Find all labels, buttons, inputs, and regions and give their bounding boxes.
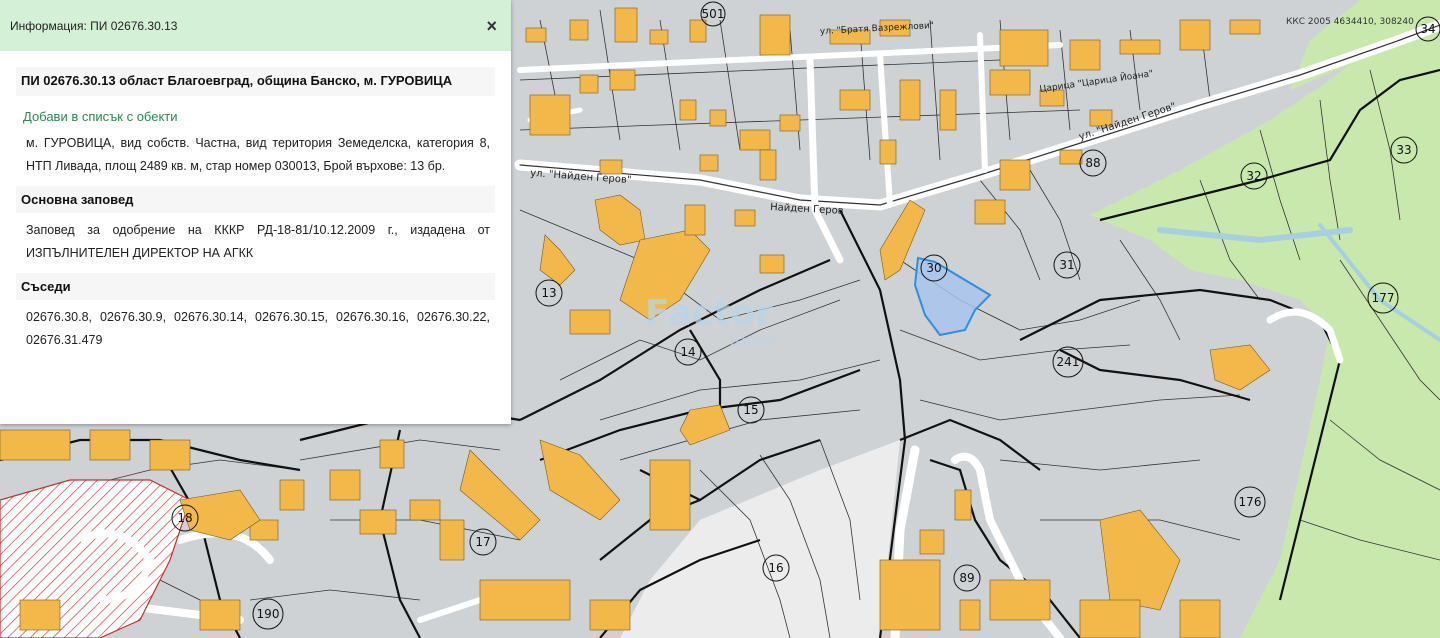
parcel-heading: ПИ 02676.30.13 област Благоевград, общин… [16, 67, 495, 96]
svg-text:32: 32 [1246, 169, 1261, 183]
parcel-description: м. ГУРОВИЦА, вид собств. Частна, вид тер… [26, 136, 490, 173]
add-to-list-link[interactable]: Добави в списък с обекти [23, 109, 178, 124]
svg-text:15: 15 [743, 403, 758, 417]
svg-text:16: 16 [768, 561, 783, 575]
panel-header-title: Информация: ПИ 02676.30.13 [10, 18, 178, 33]
svg-text:88: 88 [1085, 156, 1100, 170]
svg-text:30: 30 [926, 261, 941, 275]
svg-text:241: 241 [1057, 355, 1080, 369]
svg-text:190: 190 [257, 607, 280, 621]
svg-text:34: 34 [1420, 22, 1435, 36]
svg-text:14: 14 [680, 345, 695, 359]
svg-text:31: 31 [1059, 258, 1074, 272]
svg-text:176: 176 [1239, 495, 1262, 509]
panel-header: Информация: ПИ 02676.30.13 × [0, 0, 511, 51]
svg-text:13: 13 [541, 286, 556, 300]
svg-text:177: 177 [1372, 291, 1395, 305]
map-watermark: Factor [645, 293, 773, 334]
svg-text:17: 17 [475, 535, 490, 549]
info-panel: Информация: ПИ 02676.30.13 × ПИ 02676.30… [0, 0, 511, 424]
coords-label: ККС 2005 4634410, 308240 [1286, 17, 1414, 27]
svg-text:18: 18 [177, 511, 192, 525]
order-section-title: Основна заповед [16, 186, 495, 213]
close-icon[interactable]: × [482, 15, 501, 37]
neighbors-section-title: Съседи [16, 273, 495, 300]
map-watermark-sub: Bansko [730, 334, 777, 349]
svg-text:89: 89 [959, 571, 974, 585]
neighbors-list: 02676.30.8, 02676.30.9, 02676.30.14, 026… [26, 310, 490, 347]
order-text: Заповед за одобрение на КККР РД-18-81/10… [26, 223, 490, 260]
svg-text:501: 501 [702, 7, 725, 21]
svg-text:33: 33 [1396, 143, 1411, 157]
panel-body: ПИ 02676.30.13 област Благоевград, общин… [0, 67, 511, 352]
